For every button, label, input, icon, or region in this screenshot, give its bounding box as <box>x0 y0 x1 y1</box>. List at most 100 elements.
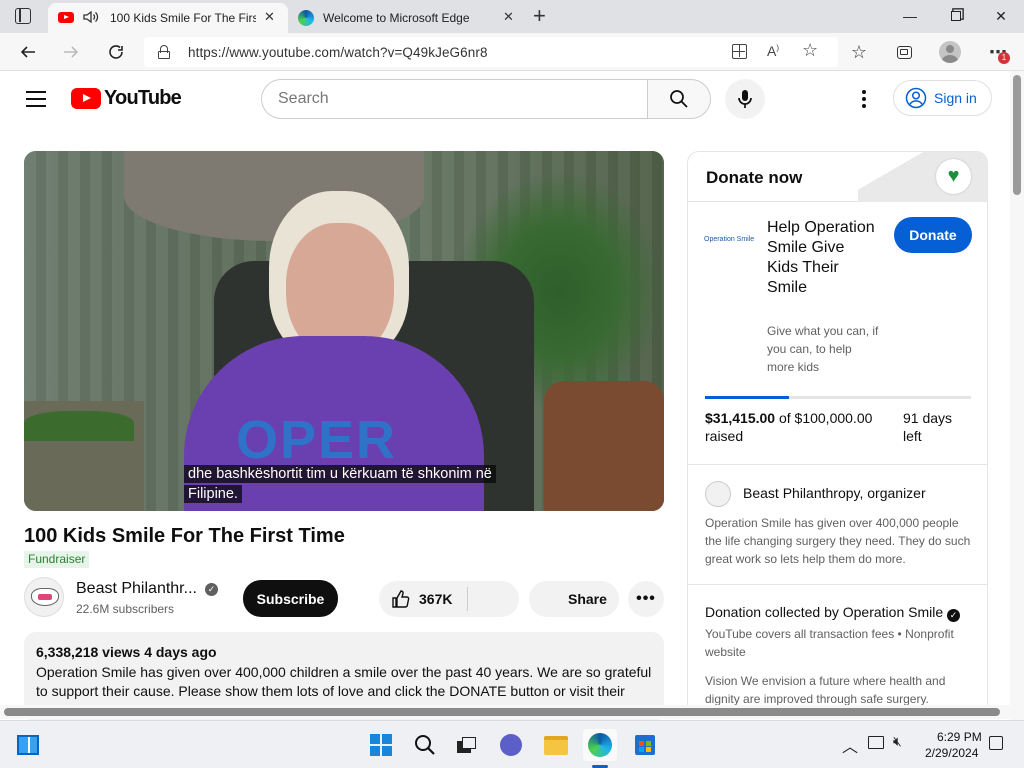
more-horizontal-icon: ••• <box>636 590 656 607</box>
like-count: 367K <box>419 591 453 607</box>
youtube-header: YouTube Search Sign in <box>0 71 1010 127</box>
progress-fill <box>705 396 789 399</box>
giving-heart-icon: ♥ <box>936 159 971 194</box>
hamburger-menu-icon[interactable] <box>26 91 46 107</box>
forward-button[interactable] <box>55 33 87 71</box>
add-favorite-icon[interactable]: ☆ <box>802 40 818 61</box>
donate-header: Donate now ♥ <box>688 152 987 202</box>
clock-date[interactable]: 2/29/2024 <box>925 746 978 760</box>
edge-favicon-icon <box>298 10 314 26</box>
verified-check-icon: ✓ <box>947 609 961 622</box>
video-player[interactable]: OPER dhe bashkëshortit tim u kërkuam të … <box>24 151 664 511</box>
verified-icon: ✓ <box>205 583 218 596</box>
lock-icon[interactable] <box>158 45 170 59</box>
search-button[interactable] <box>647 79 711 119</box>
close-tab-icon[interactable]: ✕ <box>503 9 514 25</box>
show-hidden-icons-chevron[interactable]: ︿ <box>842 733 858 757</box>
microphone-icon <box>738 90 752 108</box>
vision-text: Vision We envision a future where health… <box>705 674 946 706</box>
address-bar[interactable]: https://www.youtube.com/watch?v=Q49kJeG6… <box>144 37 838 67</box>
start-button[interactable] <box>364 729 398 761</box>
taskbar-search-icon[interactable] <box>408 729 442 761</box>
like-button[interactable]: 367K <box>379 581 467 617</box>
chat-icon[interactable] <box>494 729 528 761</box>
notifications-icon[interactable] <box>989 736 1003 750</box>
tab-title: Welcome to Microsoft Edge <box>323 11 470 25</box>
organizer-role: , organizer <box>859 485 926 501</box>
donate-button[interactable]: Donate <box>894 217 972 253</box>
divider <box>688 584 987 585</box>
horizontal-scrollbar[interactable] <box>0 705 1010 719</box>
collected-by: Donation collected by Operation Smile ✓ <box>705 604 985 622</box>
operation-smile-logo: Operation Smile <box>704 236 755 243</box>
campaign-title: Help Operation Smile Give Kids Their Smi… <box>767 219 875 296</box>
organizer-name[interactable]: Beast Philanthropy <box>743 485 859 501</box>
search-input[interactable]: Search <box>261 79 648 119</box>
youtube-favicon-icon <box>58 12 74 23</box>
share-button[interactable]: Share <box>529 581 619 617</box>
task-view-icon[interactable] <box>450 729 484 761</box>
back-button[interactable] <box>12 33 44 71</box>
fees-note: YouTube covers all transaction fees • No… <box>705 627 954 659</box>
network-icon[interactable] <box>868 736 884 749</box>
tab-actions-icon[interactable] <box>15 8 31 24</box>
tab-title: 100 Kids Smile For The First Time <box>110 11 256 25</box>
voice-search-button[interactable] <box>725 79 765 119</box>
file-explorer-icon[interactable] <box>539 729 573 761</box>
restore-button[interactable] <box>933 0 979 32</box>
vertical-scroll-thumb[interactable] <box>1013 75 1021 195</box>
collected-by-text: Donation collected by Operation Smile <box>705 604 944 620</box>
minimize-button[interactable]: — <box>887 0 933 32</box>
windows-logo-icon <box>370 734 392 756</box>
close-tab-icon[interactable]: ✕ <box>264 9 275 25</box>
organizer-description: Operation Smile has given over 400,000 p… <box>705 516 971 566</box>
app-available-icon[interactable] <box>732 44 747 59</box>
fundraising-progress-bar <box>705 396 971 399</box>
browser-toolbar: https://www.youtube.com/watch?v=Q49kJeG6… <box>0 33 1024 71</box>
store-icon[interactable] <box>628 729 662 761</box>
favorites-icon[interactable]: ☆ <box>843 33 875 71</box>
sign-in-label: Sign in <box>934 90 977 106</box>
more-options-icon[interactable] <box>862 90 866 108</box>
search-icon <box>670 90 688 108</box>
campaign-subtitle: Give what you can, if you can, to help m… <box>767 324 879 374</box>
channel-name[interactable]: Beast Philanthr... <box>76 580 197 598</box>
profile-avatar-icon[interactable] <box>934 33 966 71</box>
amount-raised: $31,415.00 of $100,000.00 raised <box>705 409 895 445</box>
like-dislike-bar: 367K <box>379 581 519 617</box>
donate-header-title: Donate now <box>706 168 803 187</box>
subscribe-button[interactable]: Subscribe <box>243 580 338 617</box>
sign-in-button[interactable]: Sign in <box>893 80 992 116</box>
video-title: 100 Kids Smile For The First Time <box>24 525 345 547</box>
windows-taskbar: ︿ 🔇︎ 6:29 PM 2/29/2024 <box>0 720 1024 768</box>
description-text: Operation Smile has given over 400,000 c… <box>36 664 652 699</box>
search-placeholder: Search <box>278 90 329 107</box>
tab-youtube-video[interactable]: 100 Kids Smile For The First Time ✕ <box>48 3 288 33</box>
fundraiser-badge: Fundraiser <box>24 551 90 568</box>
new-tab-button[interactable]: + <box>533 3 546 29</box>
thumbs-up-icon <box>392 590 410 608</box>
read-aloud-icon[interactable]: A) <box>767 43 779 59</box>
horizontal-scroll-thumb[interactable] <box>4 708 1000 716</box>
browser-tab-strip: 100 Kids Smile For The First Time ✕ Welc… <box>0 0 1024 33</box>
days-left: 91 days left <box>903 410 953 444</box>
clock-time[interactable]: 6:29 PM <box>937 730 982 744</box>
more-actions-button[interactable]: ••• <box>628 581 664 617</box>
channel-avatar[interactable] <box>24 577 64 617</box>
edge-taskbar-icon[interactable] <box>583 729 617 761</box>
divider <box>688 464 987 465</box>
dislike-button[interactable] <box>468 581 519 617</box>
settings-more-icon[interactable]: ⋯ <box>982 33 1014 71</box>
subtitle-line-1: dhe bashkëshortit tim u kërkuam të shkon… <box>184 465 496 483</box>
notification-badge: 1 <box>998 52 1010 64</box>
close-window-button[interactable]: ✕ <box>978 0 1024 32</box>
raised-amount: $31,415.00 <box>705 410 776 426</box>
audio-playing-icon[interactable] <box>82 8 100 29</box>
collections-icon[interactable] <box>888 33 920 71</box>
refresh-button[interactable] <box>100 33 132 71</box>
vertical-scrollbar[interactable] <box>1010 71 1024 720</box>
tab-microsoft-edge[interactable]: Welcome to Microsoft Edge ✕ <box>288 3 528 33</box>
shirt-lettering: OPER <box>236 410 398 470</box>
volume-muted-icon[interactable]: 🔇︎ <box>893 733 902 750</box>
widgets-icon[interactable] <box>11 729 45 761</box>
